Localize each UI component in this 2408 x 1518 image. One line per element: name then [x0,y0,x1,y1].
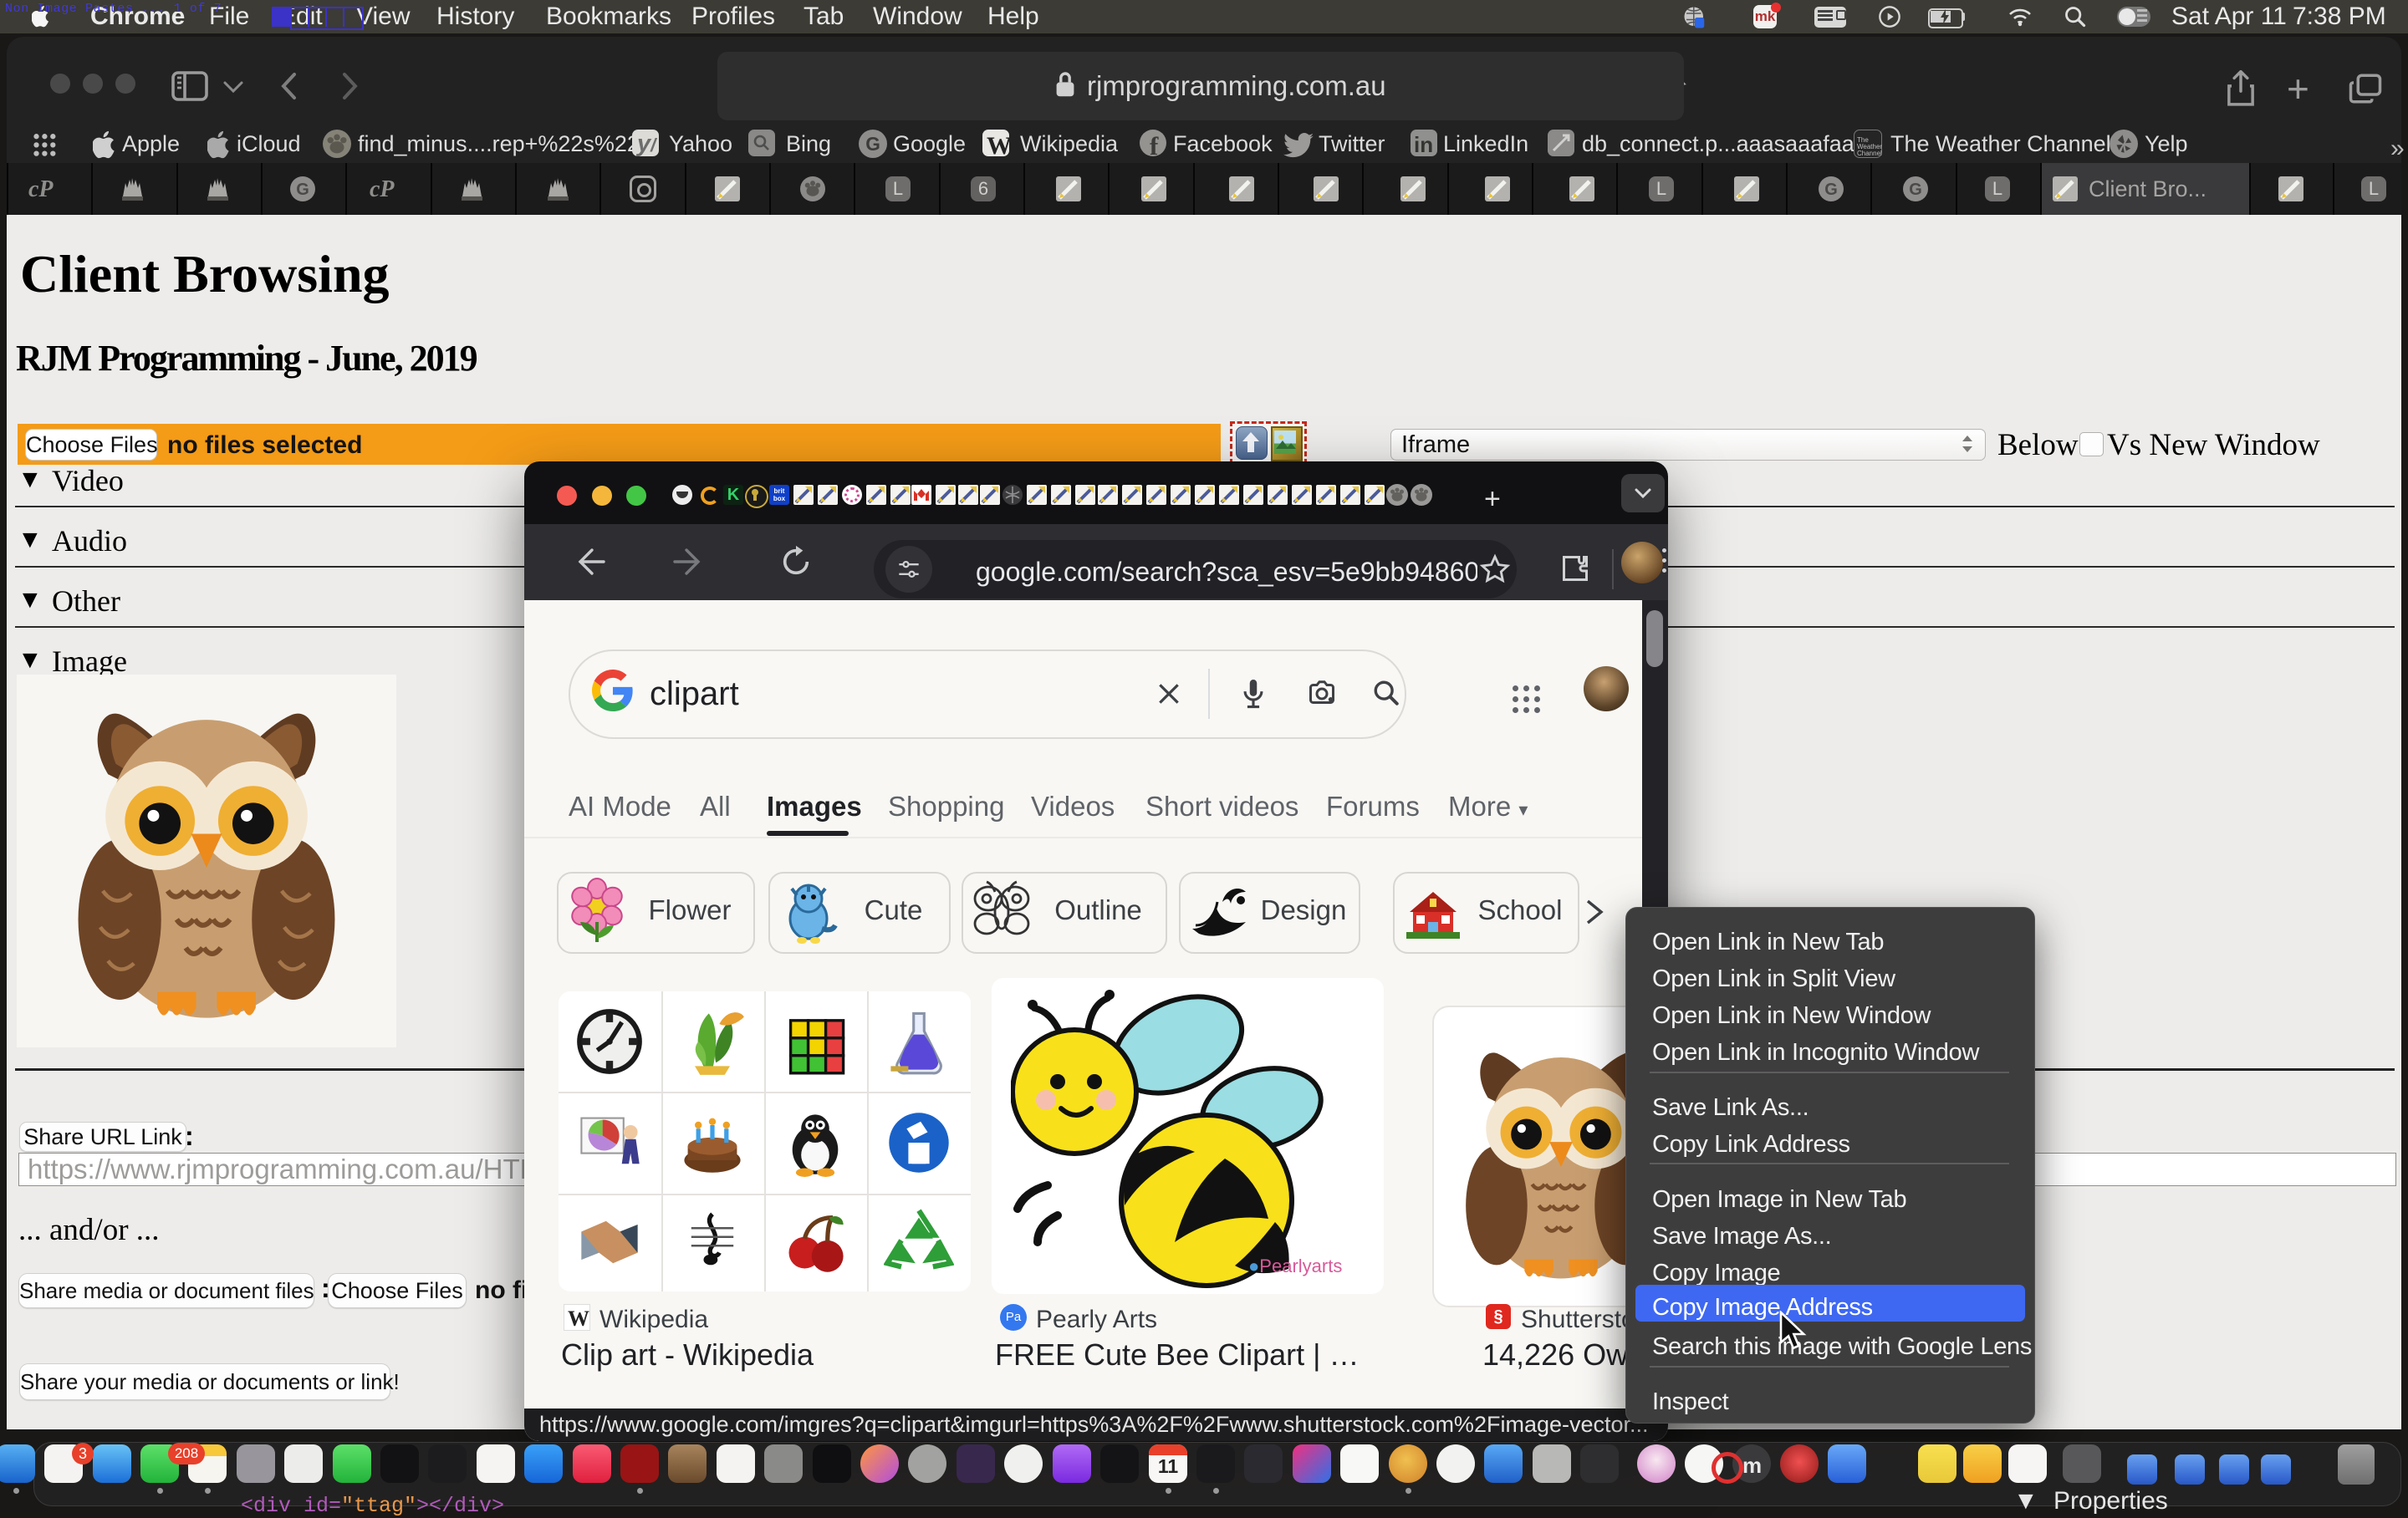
svg-text:G: G [296,181,309,199]
svg-text:G: G [1909,181,1922,199]
svg-text:G: G [865,133,880,155]
svg-text:G: G [1824,181,1838,199]
svg-text:●Pearlyarts: ●Pearlyarts [1248,1256,1342,1276]
